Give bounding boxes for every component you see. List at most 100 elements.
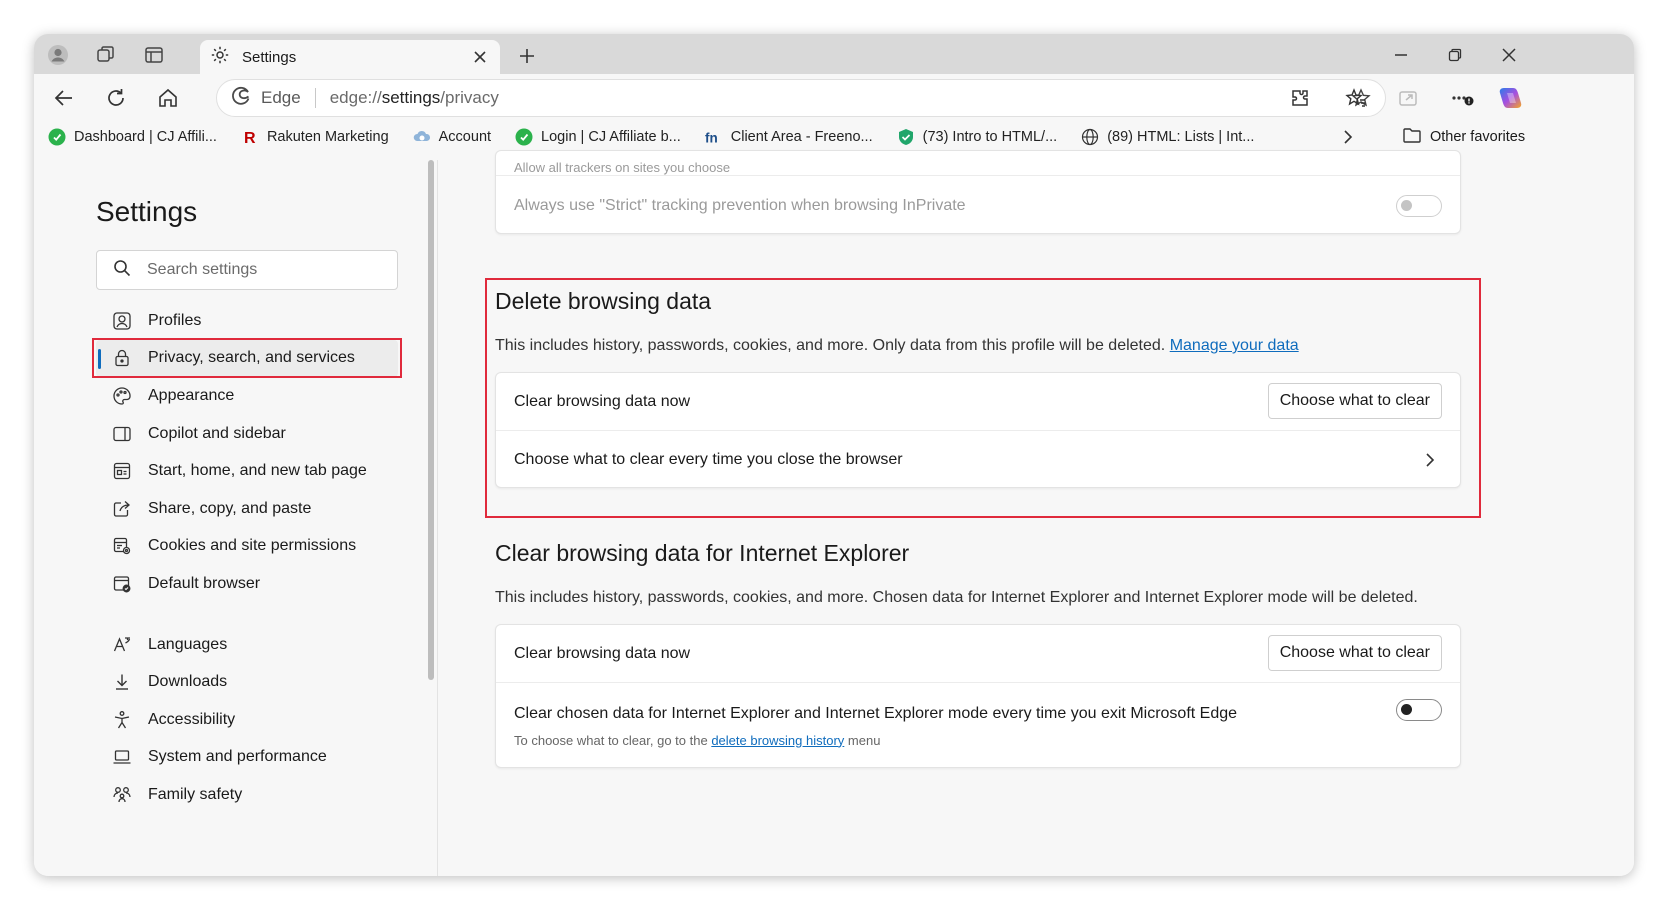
sidebar-panel-icon — [112, 424, 132, 444]
gear-icon — [210, 45, 230, 70]
ie-clear-now-row: Clear browsing data now Choose what to c… — [496, 625, 1460, 682]
folder-icon — [1402, 126, 1422, 148]
omnibox-separator — [314, 88, 316, 108]
browser-window: Settings Edge edge://settings/privacy Da… — [34, 34, 1634, 876]
minimize-button[interactable] — [1378, 40, 1424, 70]
ie-clear-now-label: Clear browsing data now — [514, 644, 691, 662]
more-options-icon[interactable] — [1446, 82, 1478, 114]
languages-icon — [112, 635, 132, 655]
settings-content: Settings Profiles Privacy, search, and s… — [34, 150, 1634, 876]
ie-data-heading: Clear browsing data for Internet Explore… — [495, 540, 910, 566]
search-input[interactable] — [147, 261, 367, 279]
page-title: Settings — [96, 196, 198, 227]
download-icon — [112, 672, 132, 692]
favorites-bar: Dashboard | CJ Affili... R Rakuten Marke… — [34, 120, 1634, 154]
strict-inprivate-label: Always use "Strict" tracking prevention … — [514, 196, 966, 214]
sidebar-scrollbar[interactable] — [428, 160, 434, 680]
tracking-prevention-card: Allow all trackers on sites you choose A… — [495, 150, 1461, 234]
tab-settings[interactable]: Settings — [200, 40, 500, 74]
tracking-row-partial: Allow all trackers on sites you choose — [514, 160, 731, 175]
share-icon[interactable] — [1392, 82, 1424, 114]
delete-browsing-history-link[interactable]: delete browsing history — [711, 733, 844, 748]
freenom-icon: fn — [705, 128, 723, 146]
vertical-tabs-icon[interactable] — [138, 40, 170, 70]
site-identity-label: Edge — [261, 88, 301, 107]
ie-data-description: This includes history, passwords, cookie… — [495, 589, 1418, 606]
svg-text:fn: fn — [705, 130, 718, 145]
manage-your-data-link[interactable]: Manage your data — [1170, 337, 1299, 354]
delete-browsing-data-card: Clear browsing data now Choose what to c… — [495, 372, 1461, 488]
back-button[interactable] — [48, 82, 80, 114]
sidebar-item-appearance[interactable]: Appearance — [96, 377, 398, 415]
strict-inprivate-row: Always use "Strict" tracking prevention … — [496, 175, 1460, 235]
sidebar-item-share-copy[interactable]: Share, copy, and paste — [96, 490, 398, 528]
family-icon — [112, 785, 132, 805]
search-settings-box[interactable] — [96, 250, 398, 290]
rakuten-icon: R — [241, 128, 259, 146]
sidebar-item-family-safety[interactable]: Family safety — [96, 776, 398, 814]
delete-browsing-data-description: This includes history, passwords, cookie… — [495, 337, 1299, 354]
profile-icon[interactable] — [42, 40, 74, 70]
favorites-icon[interactable] — [1340, 82, 1372, 114]
accessibility-icon — [112, 710, 132, 730]
favorite-item[interactable]: (73) Intro to HTML/... — [897, 128, 1057, 146]
favorite-item[interactable]: fn Client Area - Freeno... — [705, 128, 873, 146]
sidebar-item-privacy[interactable]: Privacy, search, and services — [96, 339, 398, 378]
default-browser-icon — [112, 574, 132, 594]
profile-icon — [112, 311, 132, 331]
close-tab-icon[interactable] — [470, 47, 490, 67]
close-window-button[interactable] — [1486, 40, 1532, 70]
sidebar-item-downloads[interactable]: Downloads — [96, 663, 398, 701]
favorite-item[interactable]: Dashboard | CJ Affili... — [48, 128, 217, 146]
cj-affiliate-icon — [515, 128, 533, 146]
share-icon — [112, 499, 132, 519]
settings-main-panel: Allow all trackers on sites you choose A… — [438, 150, 1634, 876]
copilot-icon[interactable] — [1494, 82, 1526, 114]
toolbar: Edge edge://settings/privacy — [34, 74, 1634, 120]
favorite-item[interactable]: (89) HTML: Lists | Int... — [1081, 128, 1254, 146]
sidebar-item-system[interactable]: System and performance — [96, 739, 398, 777]
sidebar-item-profiles[interactable]: Profiles — [96, 302, 398, 340]
choose-what-to-clear-button[interactable]: Choose what to clear — [1267, 383, 1442, 419]
extensions-icon[interactable] — [1284, 82, 1316, 114]
sidebar-item-accessibility[interactable]: Accessibility — [96, 701, 398, 739]
tab-title: Settings — [242, 48, 297, 66]
url-text: edge://settings/privacy — [329, 88, 499, 107]
clear-on-close-row[interactable]: Choose what to clear every time you clos… — [496, 430, 1460, 489]
clear-browsing-data-row: Clear browsing data now Choose what to c… — [496, 373, 1460, 430]
sidebar-item-copilot[interactable]: Copilot and sidebar — [96, 415, 398, 453]
new-tab-button[interactable] — [512, 42, 542, 70]
sidebar-item-start-home[interactable]: Start, home, and new tab page — [96, 452, 398, 490]
strict-inprivate-toggle[interactable] — [1396, 195, 1442, 217]
chevron-right-icon[interactable] — [1340, 128, 1356, 151]
home-button[interactable] — [152, 82, 184, 114]
settings-nav: Profiles Privacy, search, and services A… — [96, 302, 398, 814]
ie-clear-on-exit-label: Clear chosen data for Internet Explorer … — [514, 704, 1238, 722]
other-favorites-folder[interactable]: Other favorites — [1402, 126, 1525, 148]
refresh-button[interactable] — [100, 82, 132, 114]
ie-choose-what-to-clear-button[interactable]: Choose what to clear — [1267, 635, 1442, 671]
sidebar-item-default-browser[interactable]: Default browser — [96, 565, 398, 603]
address-bar[interactable]: Edge edge://settings/privacy — [216, 79, 1386, 117]
delete-browsing-data-heading: Delete browsing data — [495, 288, 712, 314]
favorite-item[interactable]: Account — [413, 128, 491, 146]
edge-logo-icon — [231, 86, 251, 111]
site-permissions-icon — [112, 536, 132, 556]
search-icon — [113, 259, 131, 282]
cj-affiliate-icon — [48, 128, 66, 146]
tab-strip: Settings — [34, 34, 1634, 74]
settings-sidebar: Settings Profiles Privacy, search, and s… — [34, 160, 438, 876]
globe-icon — [1081, 128, 1099, 146]
clear-on-close-label: Choose what to clear every time you clos… — [514, 451, 903, 468]
favorite-item[interactable]: Login | CJ Affiliate b... — [515, 128, 681, 146]
ie-clear-on-exit-toggle[interactable] — [1396, 699, 1442, 721]
workspaces-icon[interactable] — [90, 40, 122, 70]
sidebar-item-languages[interactable]: Languages — [96, 626, 398, 664]
sidebar-item-cookies[interactable]: Cookies and site permissions — [96, 528, 398, 566]
restore-button[interactable] — [1432, 40, 1478, 70]
lock-icon — [112, 348, 132, 368]
ie-hint: To choose what to clear, go to the delet… — [514, 732, 881, 748]
ie-clear-on-exit-row: Clear chosen data for Internet Explorer … — [496, 682, 1460, 769]
favorite-item[interactable]: R Rakuten Marketing — [241, 128, 389, 146]
